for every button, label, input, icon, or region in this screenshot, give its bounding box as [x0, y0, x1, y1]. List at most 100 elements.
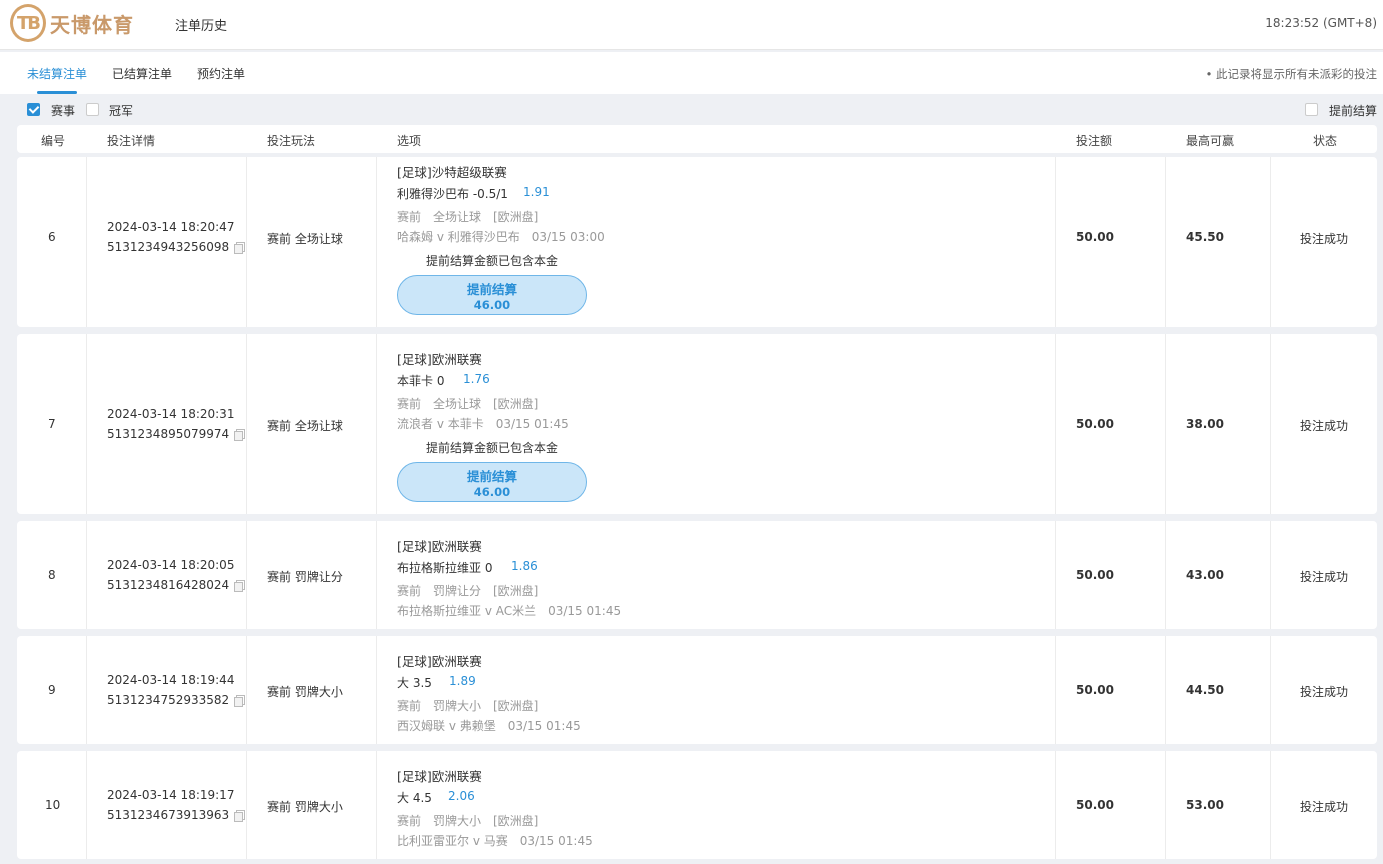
bet-id: 5131234943256098 [107, 240, 246, 254]
stake-amount: 50.00 [1076, 798, 1114, 812]
max-win-amount: 43.00 [1186, 568, 1224, 582]
bet-id: 5131234816428024 [107, 578, 246, 592]
bet-number: 8 [48, 568, 56, 582]
pick: 布拉格斯拉维亚 0 [397, 561, 493, 575]
league-name: [足球]欧洲联赛 [397, 769, 482, 784]
filter-bar: 赛事 冠军 提前结算 [0, 96, 1383, 122]
page-title: 注单历史 [175, 19, 228, 34]
bet-id: 5131234752933582 [107, 693, 246, 707]
event-checkbox[interactable] [27, 103, 40, 116]
stake-amount: 50.00 [1076, 417, 1114, 431]
col-option: 选项 [397, 134, 422, 148]
market: 赛前 罚牌让分 [欧洲盘] [397, 584, 539, 598]
champion-checkbox[interactable] [86, 103, 99, 116]
col-detail: 投注详情 [107, 134, 156, 148]
pick: 大 3.5 [397, 676, 432, 690]
status-text: 投注成功 [1300, 685, 1349, 699]
market: 赛前 全场让球 [欧洲盘] [397, 210, 539, 224]
brand-logo[interactable]: TB 天博体育 [10, 4, 134, 42]
odds: 2.06 [448, 789, 475, 803]
copy-icon[interactable] [234, 580, 246, 592]
odds: 1.91 [523, 185, 550, 199]
match-info: 流浪者 v 本菲卡 03/15 01:45 [397, 417, 569, 431]
stake-amount: 50.00 [1076, 683, 1114, 697]
bet-time: 2024-03-14 18:20:31 [107, 407, 235, 421]
early-settle-filter-label[interactable]: 提前结算 [1329, 102, 1377, 119]
bet-id: 5131234895079974 [107, 427, 246, 441]
clock: 18:23:52 (GMT+8) [1265, 16, 1377, 30]
max-win-amount: 53.00 [1186, 798, 1224, 812]
copy-icon[interactable] [234, 429, 246, 441]
stake-amount: 50.00 [1076, 230, 1114, 244]
market: 赛前 罚牌大小 [欧洲盘] [397, 699, 539, 713]
early-settle-button[interactable]: 提前结算 46.00 [397, 462, 587, 502]
odds: 1.86 [511, 559, 538, 573]
champion-filter-label[interactable]: 冠军 [109, 102, 133, 119]
table-row: 6 2024-03-14 18:20:47 5131234943256098 赛… [17, 157, 1377, 327]
match-info: 布拉格斯拉维亚 v AC米兰 03/15 01:45 [397, 604, 622, 618]
col-no: 编号 [41, 134, 66, 148]
status-text: 投注成功 [1300, 419, 1349, 433]
tab-unsettled[interactable]: 未结算注单 [27, 65, 87, 82]
bet-number: 9 [48, 683, 56, 697]
max-win-amount: 44.50 [1186, 683, 1224, 697]
early-settle-note: 提前结算金额已包含本金 [426, 441, 559, 455]
bet-play: 赛前 罚牌大小 [267, 685, 343, 699]
match-info: 西汉姆联 v 弗赖堡 03/15 01:45 [397, 719, 581, 733]
league-name: [足球]欧洲联赛 [397, 654, 482, 669]
bet-play: 赛前 罚牌让分 [267, 570, 343, 584]
status-text: 投注成功 [1300, 800, 1349, 814]
copy-icon[interactable] [234, 695, 246, 707]
logo-mark-icon: TB [10, 4, 46, 42]
pick: 本菲卡 0 [397, 374, 445, 388]
table-row: 7 2024-03-14 18:20:31 5131234895079974 赛… [17, 334, 1377, 514]
max-win-amount: 38.00 [1186, 417, 1224, 431]
records-note: • 此记录将显示所有未派彩的投注 [1205, 67, 1377, 81]
market: 赛前 全场让球 [欧洲盘] [397, 397, 539, 411]
table-row: 10 2024-03-14 18:19:17 5131234673913963 … [17, 751, 1377, 859]
match-info: 哈森姆 v 利雅得沙巴布 03/15 03:00 [397, 230, 605, 244]
odds: 1.89 [449, 674, 476, 688]
match-info: 比利亚雷亚尔 v 马赛 03/15 01:45 [397, 834, 593, 848]
bet-play: 赛前 罚牌大小 [267, 800, 343, 814]
status-text: 投注成功 [1300, 232, 1349, 246]
tab-bar: 未结算注单 已结算注单 预约注单 • 此记录将显示所有未派彩的投注 [0, 52, 1383, 94]
market: 赛前 罚牌大小 [欧洲盘] [397, 814, 539, 828]
tab-settled[interactable]: 已结算注单 [112, 65, 172, 82]
col-max-win: 最高可赢 [1186, 134, 1235, 148]
table-header: 编号 投注详情 投注玩法 选项 投注额 最高可赢 状态 [17, 125, 1377, 153]
copy-icon[interactable] [234, 242, 246, 254]
league-name: [足球]欧洲联赛 [397, 539, 482, 554]
copy-icon[interactable] [234, 810, 246, 822]
tab-reserved[interactable]: 预约注单 [197, 65, 245, 82]
early-settle-note: 提前结算金额已包含本金 [426, 254, 559, 268]
event-filter-label[interactable]: 赛事 [51, 102, 75, 119]
bet-number: 6 [48, 230, 56, 244]
logo-text: 天博体育 [50, 12, 134, 37]
bet-play: 赛前 全场让球 [267, 232, 343, 246]
table-row: 9 2024-03-14 18:19:44 5131234752933582 赛… [17, 636, 1377, 744]
bet-play: 赛前 全场让球 [267, 419, 343, 433]
early-settle-button[interactable]: 提前结算 46.00 [397, 275, 587, 315]
tab-active-indicator [37, 91, 77, 94]
bet-number: 7 [48, 417, 56, 431]
odds: 1.76 [463, 372, 490, 386]
bet-time: 2024-03-14 18:20:47 [107, 220, 235, 234]
top-bar: TB 天博体育 注单历史 18:23:52 (GMT+8) [0, 0, 1383, 50]
pick: 利雅得沙巴布 -0.5/1 [397, 187, 508, 201]
league-name: [足球]沙特超级联赛 [397, 165, 507, 180]
league-name: [足球]欧洲联赛 [397, 352, 482, 367]
status-text: 投注成功 [1300, 570, 1349, 584]
table-row: 8 2024-03-14 18:20:05 5131234816428024 赛… [17, 521, 1377, 629]
max-win-amount: 45.50 [1186, 230, 1224, 244]
early-settle-checkbox[interactable] [1305, 103, 1318, 116]
bet-time: 2024-03-14 18:19:44 [107, 673, 235, 687]
stake-amount: 50.00 [1076, 568, 1114, 582]
bet-id: 5131234673913963 [107, 808, 246, 822]
bet-number: 10 [45, 798, 61, 812]
col-status: 状态 [1313, 134, 1338, 148]
col-play: 投注玩法 [267, 134, 316, 148]
col-stake: 投注额 [1076, 134, 1113, 148]
bet-time: 2024-03-14 18:20:05 [107, 558, 235, 572]
pick: 大 4.5 [397, 791, 432, 805]
